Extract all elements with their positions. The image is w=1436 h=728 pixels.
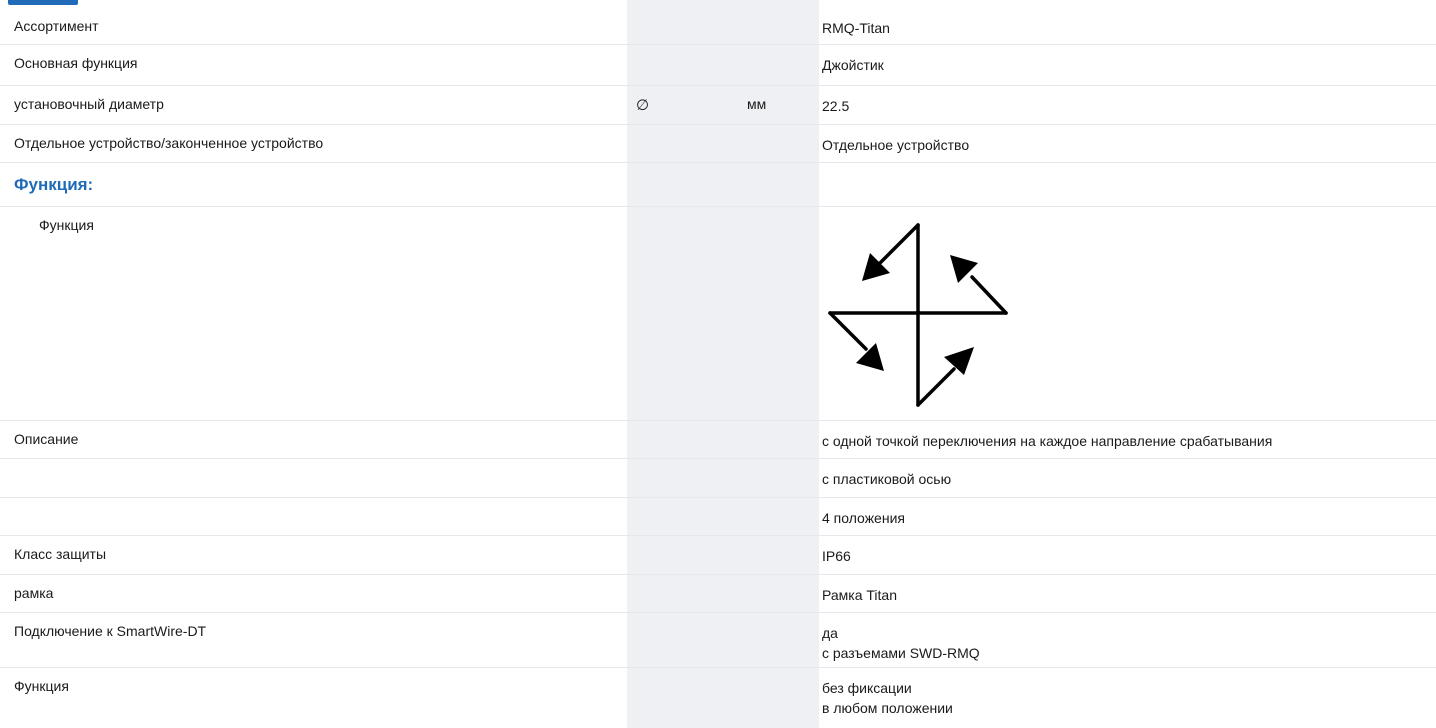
row-label: установочный диаметр — [14, 96, 164, 112]
row-value: Джойстик — [822, 57, 884, 73]
row-label: Функция — [14, 678, 69, 694]
row-label: Основная функция — [14, 55, 138, 71]
row-value: да с разъемами SWD-RMQ — [822, 623, 980, 663]
top-accent-bar — [8, 0, 78, 5]
section-title: Функция: — [14, 175, 94, 194]
table-row: с пластиковой осью — [0, 459, 1436, 498]
section-header-row: Функция: — [0, 163, 1436, 207]
value-line: с разъемами SWD-RMQ — [822, 645, 980, 661]
table-row: Ассортимент RMQ-Titan — [0, 8, 1436, 45]
joystick-four-direction-icon — [828, 223, 1008, 407]
row-value: Рамка Titan — [822, 587, 897, 603]
table-row: Основная функция Джойстик — [0, 45, 1436, 86]
table-row: Подключение к SmartWire-DT да с разъемам… — [0, 613, 1436, 668]
row-label: Описание — [14, 431, 79, 447]
function-row: Функция — [0, 207, 1436, 421]
row-value: Отдельное устройство — [822, 137, 970, 153]
table-row: Описание с одной точкой переключения на … — [0, 421, 1436, 459]
table-row: Класс защиты IP66 — [0, 536, 1436, 575]
row-label: рамка — [14, 585, 54, 601]
table-row: 4 положения — [0, 498, 1436, 536]
unit-label: мм — [747, 96, 767, 112]
row-value: без фиксации в любом положении — [822, 678, 953, 718]
table-row: рамка Рамка Titan — [0, 575, 1436, 613]
table-row: Функция без фиксации в любом положении — [0, 668, 1436, 728]
row-label: Ассортимент — [14, 18, 99, 34]
row-label: Класс защиты — [14, 546, 107, 562]
table-row: установочный диаметр ∅ мм 22.5 — [0, 86, 1436, 125]
row-label: Отдельное устройство/законченное устройс… — [14, 135, 324, 151]
row-value: RMQ-Titan — [822, 20, 890, 36]
row-value: 4 положения — [822, 510, 905, 526]
value-line: в любом положении — [822, 700, 953, 716]
spec-table: Ассортимент RMQ-Titan Основная функция Д… — [0, 8, 1436, 728]
value-line: да — [822, 625, 838, 641]
row-value: 22.5 — [822, 98, 850, 114]
table-row: Отдельное устройство/законченное устройс… — [0, 125, 1436, 163]
diameter-symbol: ∅ — [636, 97, 650, 114]
row-value: IP66 — [822, 548, 851, 564]
value-line: без фиксации — [822, 680, 912, 696]
row-label: Подключение к SmartWire-DT — [14, 623, 207, 639]
row-value: с одной точкой переключения на каждое на… — [822, 433, 1273, 449]
row-label: Функция — [39, 217, 94, 233]
row-value: с пластиковой осью — [822, 471, 952, 487]
